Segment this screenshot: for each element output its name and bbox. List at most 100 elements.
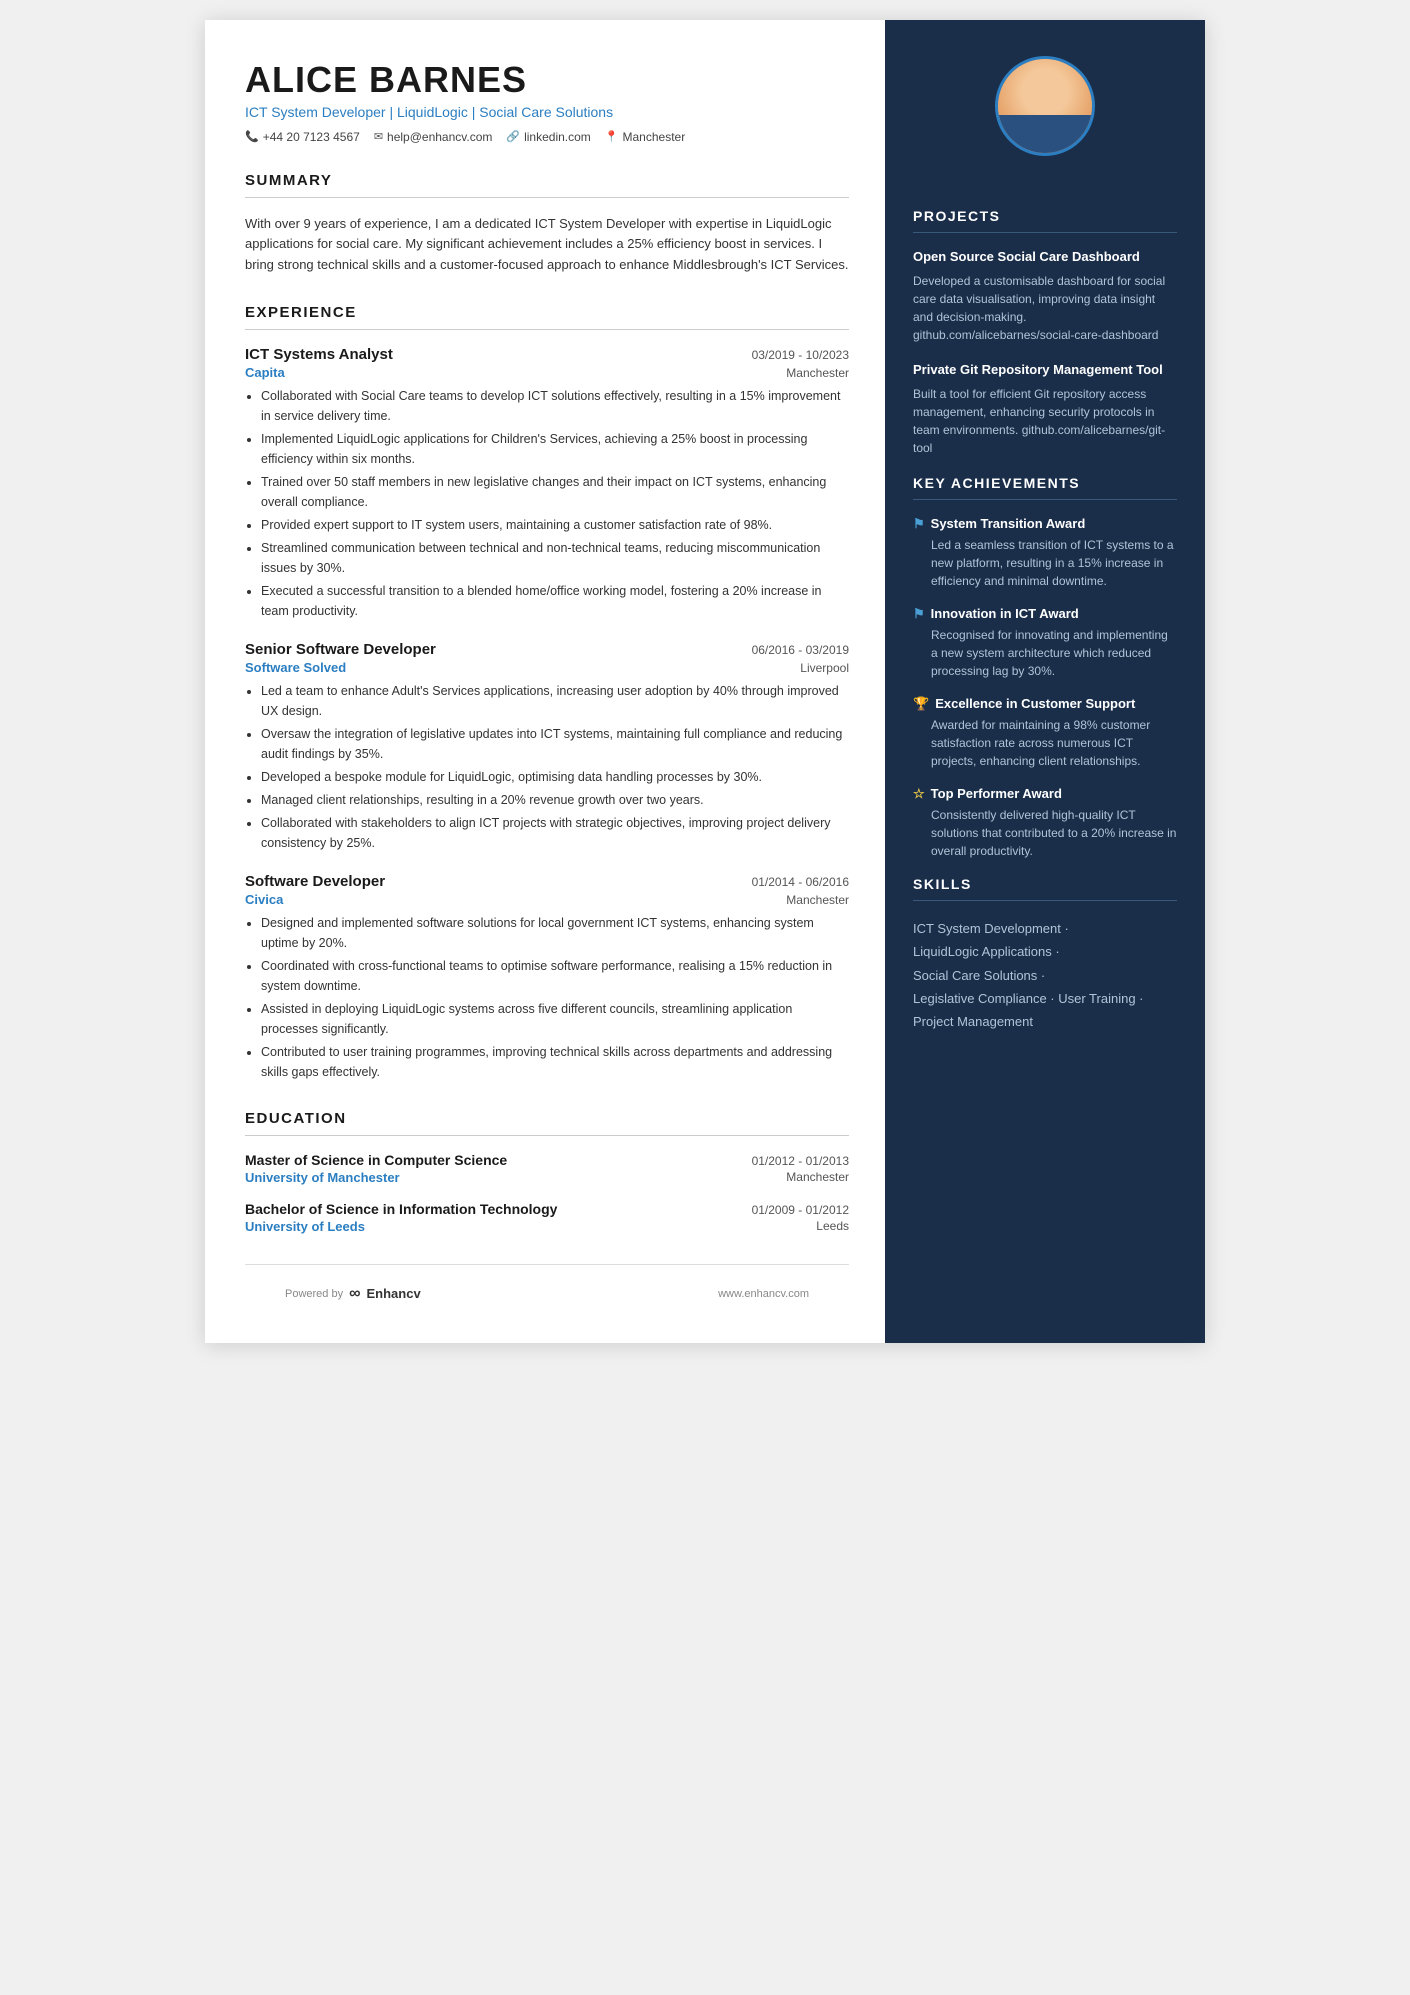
project-desc-1: Developed a customisable dashboard for s… — [913, 272, 1177, 344]
bullet-item: Led a team to enhance Adult's Services a… — [261, 681, 849, 721]
achievement-header-1: ⚑ System Transition Award — [913, 516, 1177, 532]
education-divider — [245, 1135, 849, 1136]
skills-list: ICT System Development · LiquidLogic App… — [913, 917, 1177, 1034]
achievement-header-2: ⚑ Innovation in ICT Award — [913, 606, 1177, 622]
bullet-item: Implemented LiquidLogic applications for… — [261, 429, 849, 469]
exp-location-1: Manchester — [786, 366, 849, 380]
achievements-heading: KEY ACHIEVEMENTS — [913, 475, 1177, 491]
edu-dates-1: 01/2012 - 01/2013 — [752, 1154, 849, 1168]
skill-item-2: LiquidLogic Applications · — [913, 940, 1177, 963]
edu-school-1: University of Manchester — [245, 1170, 400, 1185]
skills-heading: SKILLS — [913, 876, 1177, 892]
bullet-item: Collaborated with stakeholders to align … — [261, 813, 849, 853]
experience-divider — [245, 329, 849, 330]
exp-header-1: ICT Systems Analyst 03/2019 - 10/2023 — [245, 346, 849, 363]
exp-title-1: ICT Systems Analyst — [245, 346, 393, 363]
exp-title-2: Senior Software Developer — [245, 641, 436, 658]
exp-location-2: Liverpool — [800, 661, 849, 675]
footer-brand: Powered by ∞ Enhancv — [285, 1285, 421, 1303]
bullet-item: Trained over 50 staff members in new leg… — [261, 472, 849, 512]
project-item-1: Open Source Social Care Dashboard Develo… — [913, 249, 1177, 344]
exp-bullets-2: Led a team to enhance Adult's Services a… — [245, 681, 849, 853]
summary-text: With over 9 years of experience, I am a … — [245, 214, 849, 276]
exp-dates-3: 01/2014 - 06/2016 — [752, 875, 849, 889]
projects-heading: PROJECTS — [913, 208, 1177, 224]
achievements-divider — [913, 499, 1177, 500]
exp-entry-2: Senior Software Developer 06/2016 - 03/2… — [245, 641, 849, 853]
project-item-2: Private Git Repository Management Tool B… — [913, 362, 1177, 457]
resume-container: ALICE BARNES ICT System Developer | Liqu… — [205, 20, 1205, 1343]
trophy-icon: 🏆 — [913, 696, 929, 712]
phone-icon: 📞 — [245, 130, 259, 143]
bullet-item: Developed a bespoke module for LiquidLog… — [261, 767, 849, 787]
exp-bullets-1: Collaborated with Social Care teams to d… — [245, 386, 849, 621]
edu-header-1: Master of Science in Computer Science 01… — [245, 1152, 849, 1168]
summary-divider — [245, 197, 849, 198]
exp-location-3: Manchester — [786, 893, 849, 907]
edu-school-2: University of Leeds — [245, 1219, 365, 1234]
achievement-title-2: Innovation in ICT Award — [931, 606, 1079, 621]
achievement-title-1: System Transition Award — [931, 516, 1086, 531]
achievement-header-4: ☆ Top Performer Award — [913, 786, 1177, 802]
photo-area — [885, 20, 1205, 180]
bullet-item: Managed client relationships, resulting … — [261, 790, 849, 810]
experience-section: EXPERIENCE ICT Systems Analyst 03/2019 -… — [245, 304, 849, 1082]
exp-company-2: Software Solved — [245, 660, 346, 675]
exp-title-3: Software Developer — [245, 873, 385, 890]
exp-subheader-1: Capita Manchester — [245, 365, 849, 380]
contact-bar: 📞 +44 20 7123 4567 ✉ help@enhancv.com 🔗 … — [245, 130, 849, 144]
experience-heading: EXPERIENCE — [245, 304, 849, 321]
achievement-desc-1: Led a seamless transition of ICT systems… — [913, 536, 1177, 590]
bullet-item: Provided expert support to IT system use… — [261, 515, 849, 535]
exp-subheader-2: Software Solved Liverpool — [245, 660, 849, 675]
project-title-1: Open Source Social Care Dashboard — [913, 249, 1177, 266]
exp-header-3: Software Developer 01/2014 - 06/2016 — [245, 873, 849, 890]
exp-dates-1: 03/2019 - 10/2023 — [752, 348, 849, 362]
brand-name: Enhancv — [367, 1286, 421, 1301]
edu-entry-2: Bachelor of Science in Information Techn… — [245, 1201, 849, 1234]
avatar — [995, 56, 1095, 156]
achievement-1: ⚑ System Transition Award Led a seamless… — [913, 516, 1177, 590]
footer: Powered by ∞ Enhancv www.enhancv.com — [245, 1264, 849, 1303]
skill-item-1: ICT System Development · — [913, 917, 1177, 940]
flag-icon-1: ⚑ — [913, 516, 925, 532]
bullet-item: Assisted in deploying LiquidLogic system… — [261, 999, 849, 1039]
edu-location-1: Manchester — [786, 1170, 849, 1185]
left-column: ALICE BARNES ICT System Developer | Liqu… — [205, 20, 885, 1343]
bullet-item: Contributed to user training programmes,… — [261, 1042, 849, 1082]
achievements-section: KEY ACHIEVEMENTS ⚑ System Transition Awa… — [913, 475, 1177, 860]
edu-header-2: Bachelor of Science in Information Techn… — [245, 1201, 849, 1217]
achievement-header-3: 🏆 Excellence in Customer Support — [913, 696, 1177, 712]
achievement-2: ⚑ Innovation in ICT Award Recognised for… — [913, 606, 1177, 680]
skills-section: SKILLS ICT System Development · LiquidLo… — [913, 876, 1177, 1034]
project-title-2: Private Git Repository Management Tool — [913, 362, 1177, 379]
skills-divider — [913, 900, 1177, 901]
exp-company-1: Capita — [245, 365, 285, 380]
contact-linkedin: 🔗 linkedin.com — [506, 130, 590, 144]
bullet-item: Designed and implemented software soluti… — [261, 913, 849, 953]
right-content: PROJECTS Open Source Social Care Dashboa… — [885, 208, 1205, 1034]
edu-location-2: Leeds — [816, 1219, 849, 1234]
star-icon: ☆ — [913, 786, 925, 802]
bullet-item: Executed a successful transition to a bl… — [261, 581, 849, 621]
exp-entry-3: Software Developer 01/2014 - 06/2016 Civ… — [245, 873, 849, 1082]
education-section: EDUCATION Master of Science in Computer … — [245, 1110, 849, 1234]
edu-dates-2: 01/2009 - 01/2012 — [752, 1203, 849, 1217]
exp-header-2: Senior Software Developer 06/2016 - 03/2… — [245, 641, 849, 658]
avatar-image — [998, 59, 1092, 153]
bullet-item: Oversaw the integration of legislative u… — [261, 724, 849, 764]
summary-section: SUMMARY With over 9 years of experience,… — [245, 172, 849, 276]
exp-entry-1: ICT Systems Analyst 03/2019 - 10/2023 Ca… — [245, 346, 849, 621]
powered-by-text: Powered by — [285, 1288, 343, 1300]
exp-bullets-3: Designed and implemented software soluti… — [245, 913, 849, 1082]
edu-subheader-2: University of Leeds Leeds — [245, 1219, 849, 1234]
skill-item-5: Project Management — [913, 1010, 1177, 1033]
skill-item-4: Legislative Compliance · User Training · — [913, 987, 1177, 1010]
header-section: ALICE BARNES ICT System Developer | Liqu… — [245, 60, 849, 144]
summary-heading: SUMMARY — [245, 172, 849, 189]
bullet-item: Coordinated with cross-functional teams … — [261, 956, 849, 996]
enhancv-logo-icon: ∞ — [349, 1285, 360, 1303]
flag-icon-2: ⚑ — [913, 606, 925, 622]
bullet-item: Streamlined communication between techni… — [261, 538, 849, 578]
bullet-item: Collaborated with Social Care teams to d… — [261, 386, 849, 426]
